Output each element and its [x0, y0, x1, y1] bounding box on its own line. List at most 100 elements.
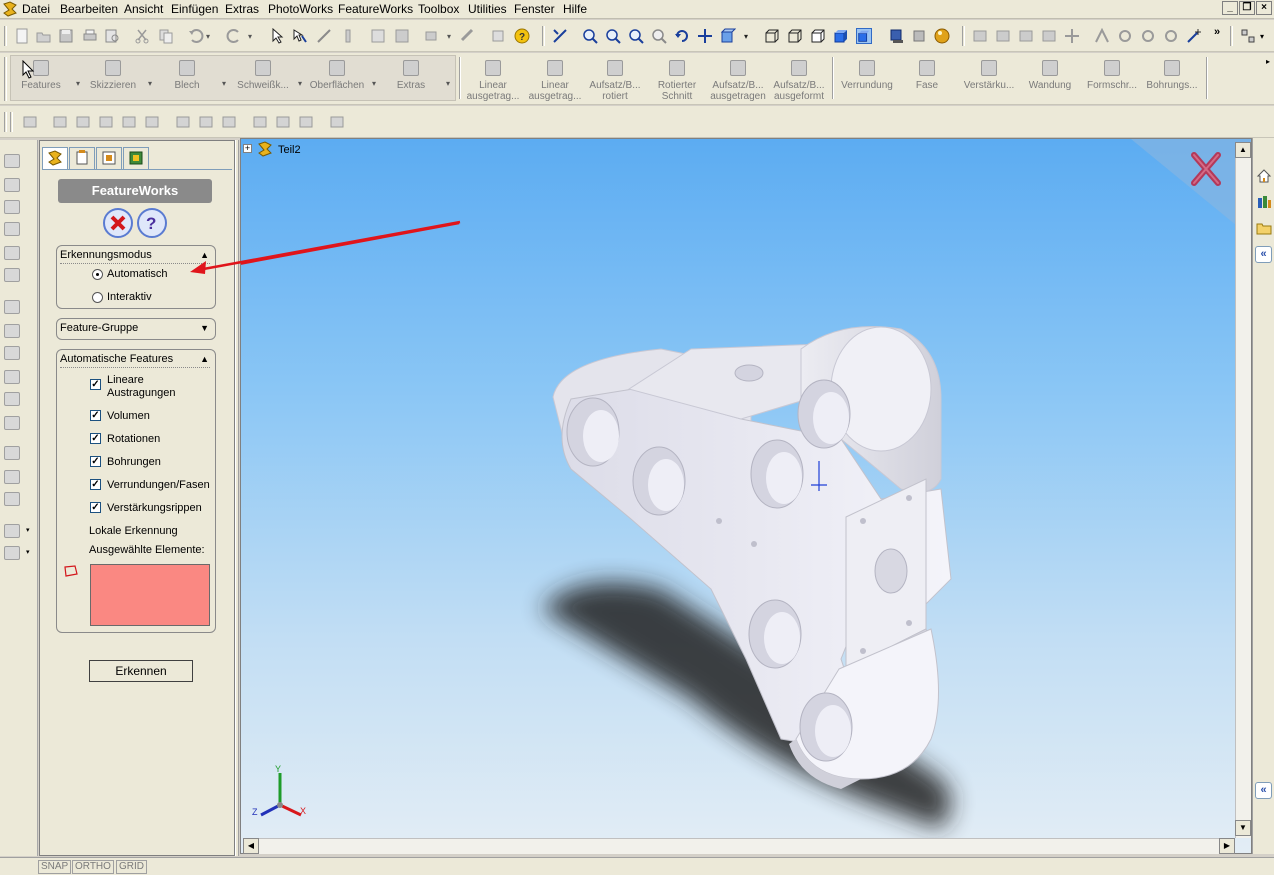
feature-paste-icon[interactable]: [298, 114, 314, 130]
shadows-icon[interactable]: [888, 28, 904, 44]
radio-interactive[interactable]: [92, 292, 103, 303]
loft-icon[interactable]: [4, 268, 20, 282]
status-ortho[interactable]: ORTHO: [72, 860, 114, 874]
checkbox-rotations[interactable]: ✓: [90, 433, 101, 444]
cmd-shell[interactable]: Wandung: [1018, 58, 1082, 91]
recognize-features-icon[interactable]: [52, 114, 68, 130]
tab-blech[interactable]: Blech ▾: [154, 58, 226, 91]
select-pointer-icon[interactable]: [270, 28, 286, 44]
section-view-icon[interactable]: [911, 28, 927, 44]
cmd-fillet[interactable]: Verrundung: [834, 58, 900, 91]
realview-icon[interactable]: [934, 28, 950, 44]
pan-icon[interactable]: [697, 28, 713, 44]
tab-schweisskonstruktionen[interactable]: Schweißk... ▾: [230, 58, 302, 91]
checkbox-ribs[interactable]: ✓: [90, 502, 101, 513]
toolbar-overflow-icon[interactable]: »: [1214, 26, 1220, 38]
feature-tools-icon[interactable]: [252, 114, 268, 130]
revolve-cut-icon[interactable]: [4, 222, 20, 236]
reference-dropdown-icon[interactable]: ▾: [26, 526, 30, 534]
cmd-swept-boss[interactable]: Aufsatz/B... ausgetragen: [706, 58, 770, 102]
tab-propertymanager[interactable]: [69, 147, 95, 169]
checkbox-linear-extrusions-label[interactable]: Lineare: [107, 374, 144, 386]
mirror-icon[interactable]: [4, 492, 20, 506]
cmd-rib[interactable]: Verstärku...: [954, 58, 1024, 91]
scroll-left-button[interactable]: ◀: [243, 838, 259, 854]
tab-features[interactable]: Features ▾: [8, 58, 80, 91]
group-feature-group[interactable]: Feature-Gruppe ▼: [56, 318, 216, 340]
new-document-icon[interactable]: [14, 28, 30, 44]
tab-display-manager[interactable]: [123, 147, 149, 169]
save-icon[interactable]: [58, 28, 74, 44]
hidden-lines-visible-icon[interactable]: [787, 28, 803, 44]
feature-copy-icon[interactable]: [275, 114, 291, 130]
tab-skizzieren[interactable]: Skizzieren ▾: [80, 58, 152, 91]
view-orientation-dropdown-icon[interactable]: ▾: [744, 32, 748, 41]
tab-featuremanager[interactable]: [42, 147, 68, 169]
toolbar-grip[interactable]: [4, 57, 7, 101]
rotate-view-icon[interactable]: [674, 28, 690, 44]
feature-edit-icon[interactable]: [329, 114, 345, 130]
menu-einfuegen[interactable]: Einfügen: [171, 2, 218, 16]
toolbar-grip[interactable]: [962, 26, 965, 46]
routing-icon[interactable]: [1094, 28, 1110, 44]
move-component-icon[interactable]: [1018, 28, 1034, 44]
cmd-hole-wizard[interactable]: Bohrungs...: [1140, 58, 1204, 91]
explode-icon[interactable]: [1064, 28, 1080, 44]
redo-dropdown-icon[interactable]: ▾: [248, 32, 252, 41]
menu-bearbeiten[interactable]: Bearbeiten: [60, 2, 118, 16]
featureworks-options-icon[interactable]: [22, 114, 38, 130]
cut-extrude-icon[interactable]: [4, 178, 20, 192]
file-explorer-icon[interactable]: [1256, 220, 1272, 236]
feature-combine-icon[interactable]: [144, 114, 160, 130]
horizontal-scrollbar[interactable]: ◀ ▶: [243, 838, 1235, 854]
group-recognition-mode-header[interactable]: Erkennungsmodus: [60, 249, 210, 264]
checkbox-rotations-label[interactable]: Rotationen: [107, 433, 160, 445]
print-preview-icon[interactable]: [104, 28, 120, 44]
tab-oberflaechen[interactable]: Oberflächen ▾: [304, 58, 376, 91]
checkbox-volumes[interactable]: ✓: [90, 410, 101, 421]
shaded-with-edges-icon[interactable]: [856, 28, 872, 44]
cmd-lofted-boss[interactable]: Aufsatz/B... ausgeformt: [768, 58, 830, 102]
checkbox-linear-extrusions-label2[interactable]: Austragungen: [107, 387, 176, 399]
tube-icon[interactable]: [1140, 28, 1156, 44]
collapse-caret-icon[interactable]: ▲: [200, 354, 209, 364]
toolbar-grip[interactable]: [4, 112, 7, 132]
rib-icon[interactable]: [4, 346, 20, 360]
chamfer-icon[interactable]: [4, 324, 20, 338]
table-icon[interactable]: [394, 28, 410, 44]
copy-icon[interactable]: [158, 28, 174, 44]
menu-extras[interactable]: Extras: [225, 2, 259, 16]
menu-ansicht[interactable]: Ansicht: [124, 2, 163, 16]
view-orientation-icon[interactable]: [720, 28, 736, 44]
radio-automatic[interactable]: [92, 269, 103, 280]
previous-view-icon[interactable]: [651, 28, 667, 44]
undo-icon[interactable]: [188, 28, 204, 44]
help-icon[interactable]: ?: [514, 28, 530, 44]
feature-delete-icon[interactable]: [221, 114, 237, 130]
menu-utilities[interactable]: Utilities: [468, 2, 507, 16]
measure-icon[interactable]: [460, 28, 476, 44]
smart-dimension-icon[interactable]: [340, 28, 356, 44]
feature-reorder-icon[interactable]: [198, 114, 214, 130]
toolbar-grip[interactable]: [1230, 26, 1233, 46]
collapse-task-pane-bottom-button[interactable]: «: [1255, 782, 1272, 799]
checkbox-holes-label[interactable]: Bohrungen: [107, 456, 161, 468]
collapse-caret-icon[interactable]: ▲: [200, 250, 209, 260]
toolbar-grip[interactable]: [10, 112, 13, 132]
close-window-button[interactable]: ×: [1256, 1, 1272, 15]
selected-elements-list[interactable]: [90, 564, 210, 626]
checkbox-linear-extrusions[interactable]: ✓: [90, 379, 101, 390]
design-library-icon[interactable]: [1256, 194, 1272, 210]
linear-pattern-icon[interactable]: [4, 446, 20, 460]
options-icon[interactable]: [424, 28, 440, 44]
feature-split-icon[interactable]: [175, 114, 191, 130]
cmd-revolved-boss[interactable]: Aufsatz/B... rotiert: [584, 58, 646, 102]
sketch-icon[interactable]: [316, 28, 332, 44]
extrude-icon[interactable]: [4, 154, 20, 168]
wireframe-icon[interactable]: [764, 28, 780, 44]
properties-icon[interactable]: [490, 28, 506, 44]
radio-automatic-label[interactable]: Automatisch: [107, 268, 168, 280]
hole-icon[interactable]: [4, 416, 20, 430]
assembly-icon[interactable]: [972, 28, 988, 44]
mate-icon[interactable]: [995, 28, 1011, 44]
